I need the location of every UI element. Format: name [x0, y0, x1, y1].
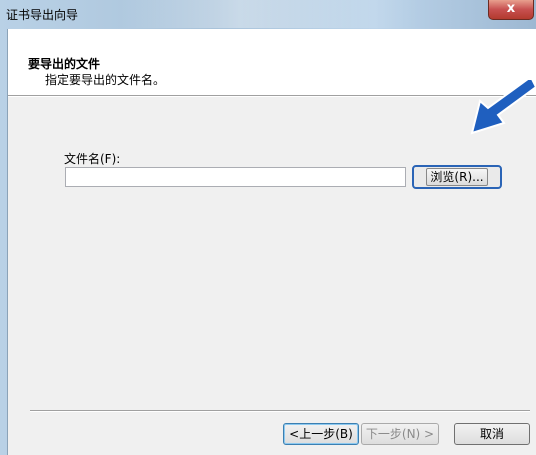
browse-button[interactable]: 浏览(R)...: [412, 165, 502, 189]
file-name-label: 文件名(F):: [64, 152, 121, 166]
close-button[interactable]: x: [488, 0, 534, 20]
back-button[interactable]: <上一步(B): [283, 423, 359, 445]
cancel-button[interactable]: 取消: [454, 423, 530, 445]
header-divider: [8, 95, 536, 97]
pointer-arrow-shape: [470, 78, 536, 135]
browse-button-label: 浏览(R)...: [426, 168, 488, 186]
title-bar[interactable]: 证书导出向导 x: [0, 0, 536, 28]
close-icon: x: [506, 1, 516, 16]
window-title: 证书导出向导: [6, 8, 79, 22]
footer-divider: [30, 410, 530, 412]
file-name-input[interactable]: [65, 167, 406, 187]
page-subtitle: 指定要导出的文件名。: [45, 73, 166, 87]
next-button[interactable]: 下一步(N) >: [361, 423, 439, 445]
page-title: 要导出的文件: [28, 57, 101, 71]
wizard-window: 证书导出向导 x 要导出的文件 指定要导出的文件名。 文件名(F): 浏览(R)…: [0, 0, 536, 455]
pointer-arrow-icon: [470, 78, 536, 135]
wizard-header: 要导出的文件 指定要导出的文件名。: [8, 29, 536, 95]
wizard-client-area: 要导出的文件 指定要导出的文件名。 文件名(F): 浏览(R)... <上一步(…: [7, 29, 536, 455]
